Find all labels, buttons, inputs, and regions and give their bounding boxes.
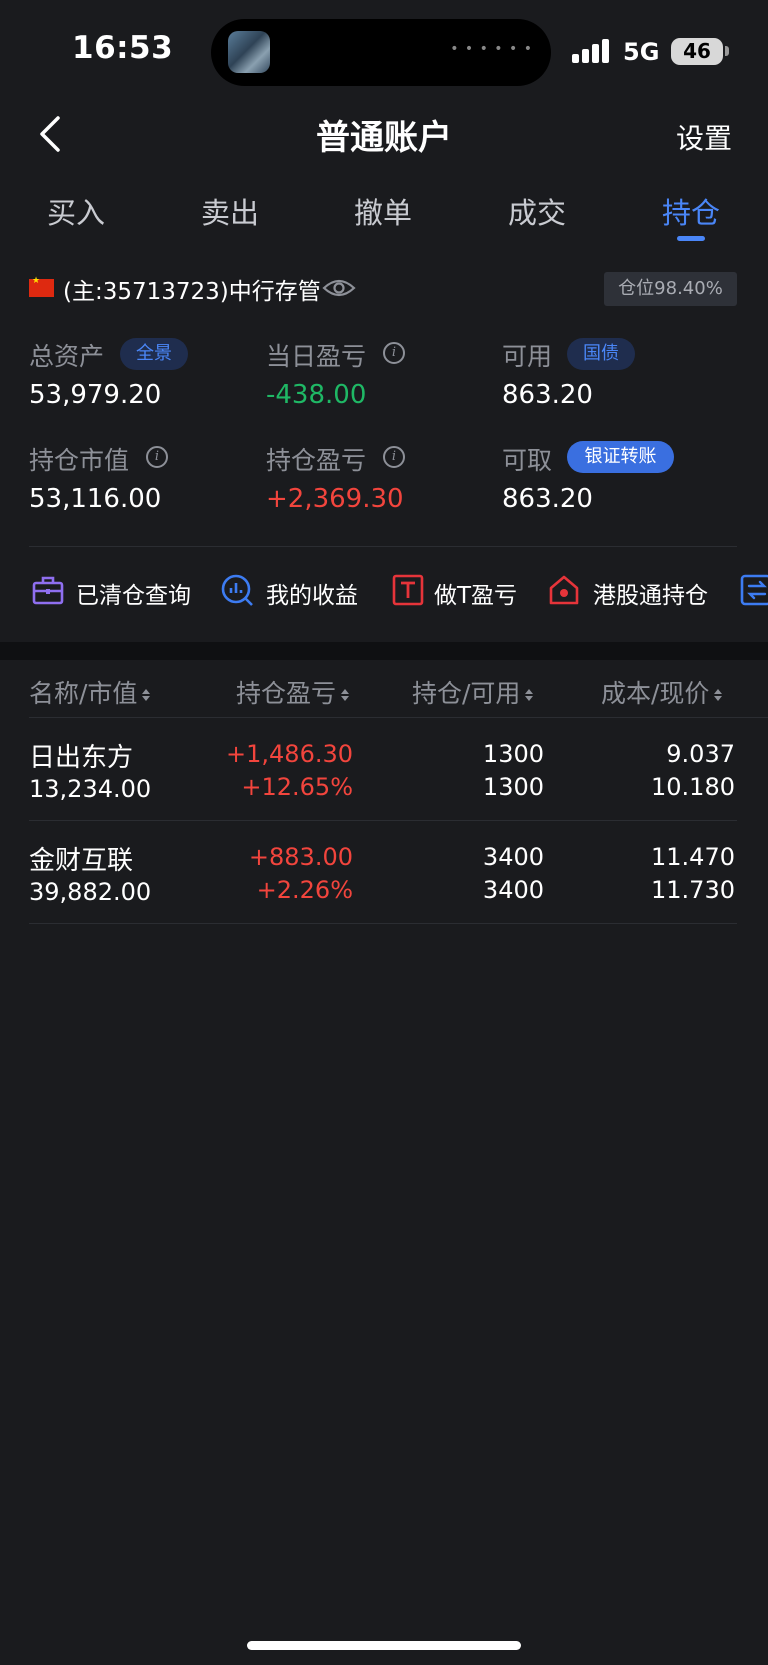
- stock-price: 10.180: [651, 773, 735, 801]
- withdrawable-label: 可取: [502, 446, 553, 475]
- divider: [29, 820, 737, 821]
- sort-icon: [341, 689, 350, 701]
- transfer-button[interactable]: [740, 573, 768, 613]
- hk-house-icon: [549, 575, 579, 605]
- quick-menu-label: 做T盈亏: [434, 583, 518, 609]
- bank-transfer-button[interactable]: 银证转账: [567, 441, 674, 473]
- tab-sell[interactable]: 卖出: [180, 190, 280, 232]
- island-dots-icon: • • • • • •: [450, 41, 533, 57]
- tab-deals[interactable]: 成交: [487, 190, 587, 232]
- tab-active-indicator: [677, 236, 705, 241]
- account-label[interactable]: (主:35713723)中行存管: [63, 272, 321, 306]
- available-label: 可用: [502, 342, 553, 371]
- quick-menu-label: 我的收益: [266, 583, 358, 609]
- battery-cap: [725, 46, 729, 56]
- stock-name: 金财互联: [29, 846, 134, 876]
- available-value: 863.20: [502, 380, 593, 410]
- stock-available: 1300: [482, 773, 544, 801]
- tab-holdings[interactable]: 持仓: [641, 190, 741, 232]
- quick-menu-label: 已清仓查询: [76, 583, 191, 609]
- hk-connect-holdings-button[interactable]: 港股通持仓: [547, 573, 712, 613]
- briefcase-icon: [32, 576, 64, 605]
- sort-icon: [714, 689, 723, 701]
- stock-pnl-percent: +2.26%: [256, 876, 353, 904]
- stock-pnl-percent: +12.65%: [241, 773, 353, 801]
- total-assets-value: 53,979.20: [29, 380, 162, 410]
- t-box-icon: [392, 574, 424, 606]
- treasury-bond-button[interactable]: 国债: [567, 338, 635, 370]
- column-header-label: 成本/现价: [601, 679, 710, 708]
- settings-button[interactable]: 设置: [676, 117, 732, 157]
- cleared-positions-button[interactable]: 已清仓查询: [29, 573, 194, 613]
- quick-menu-label: 港股通持仓: [593, 583, 708, 609]
- stock-name: 日出东方: [29, 743, 134, 773]
- stock-market-value: 13,234.00: [29, 775, 152, 803]
- section-separator: [0, 642, 768, 660]
- home-indicator[interactable]: [247, 1641, 521, 1650]
- tab-buy[interactable]: 买入: [26, 190, 126, 232]
- stock-cost: 9.037: [666, 740, 735, 768]
- trade-tabs: 买入 卖出 撤单 成交 持仓: [0, 190, 768, 246]
- china-flag-icon: [29, 276, 54, 297]
- divider: [29, 546, 737, 547]
- market-value-value: 53,116.00: [29, 484, 162, 514]
- stock-market-value: 39,882.00: [29, 878, 152, 906]
- info-icon[interactable]: i: [383, 342, 405, 364]
- chart-search-icon: [221, 574, 253, 606]
- position-pnl-label: 持仓盈亏: [266, 446, 367, 475]
- transfer-icon: [740, 574, 768, 606]
- info-icon[interactable]: i: [146, 446, 168, 468]
- column-header-label: 持仓/可用: [412, 679, 521, 708]
- dynamic-island: • • • • • •: [211, 19, 551, 86]
- position-pnl-value: +2,369.30: [266, 484, 404, 514]
- sort-by-holding-header[interactable]: 持仓/可用: [412, 674, 534, 710]
- total-assets-label: 总资产: [29, 342, 105, 371]
- panorama-button[interactable]: 全景: [120, 338, 188, 370]
- page-title: 普通账户: [316, 118, 452, 158]
- sort-by-cost-header[interactable]: 成本/现价: [601, 674, 723, 710]
- battery-icon: 46: [671, 38, 723, 65]
- stock-price: 11.730: [651, 876, 735, 904]
- my-earnings-button[interactable]: 我的收益: [220, 573, 360, 613]
- sort-icon: [525, 689, 534, 701]
- status-bar: 16:53 • • • • • • 5G 46: [0, 0, 768, 90]
- signal-icon: [572, 39, 612, 63]
- info-icon[interactable]: i: [383, 446, 405, 468]
- stock-holding: 3400: [482, 843, 544, 871]
- tab-cancel[interactable]: 撤单: [333, 190, 433, 232]
- stock-cost: 11.470: [651, 843, 735, 871]
- market-value-label: 持仓市值: [29, 446, 130, 475]
- column-header-label: 持仓盈亏: [236, 679, 337, 708]
- daily-pnl-value: -438.00: [266, 380, 367, 410]
- network-label: 5G: [623, 38, 660, 66]
- day-trade-pnl-button[interactable]: 做T盈亏: [391, 573, 521, 613]
- sort-by-name-header[interactable]: 名称/市值: [29, 674, 151, 710]
- sort-icon: [142, 689, 151, 701]
- sort-by-pnl-header[interactable]: 持仓盈亏: [236, 674, 350, 710]
- withdrawable-value: 863.20: [502, 484, 593, 514]
- divider: [29, 717, 768, 718]
- column-header-label: 名称/市值: [29, 679, 138, 708]
- stock-pnl: +883.00: [248, 843, 353, 871]
- eye-icon[interactable]: [322, 277, 356, 299]
- stock-pnl: +1,486.30: [226, 740, 353, 768]
- divider: [29, 923, 737, 924]
- stock-holding: 1300: [482, 740, 544, 768]
- stock-available: 3400: [482, 876, 544, 904]
- app-thumbnail-icon: [228, 31, 270, 73]
- status-time: 16:53: [72, 30, 174, 66]
- daily-pnl-label: 当日盈亏: [266, 342, 367, 371]
- position-ratio-badge: 仓位98.40%: [604, 272, 737, 306]
